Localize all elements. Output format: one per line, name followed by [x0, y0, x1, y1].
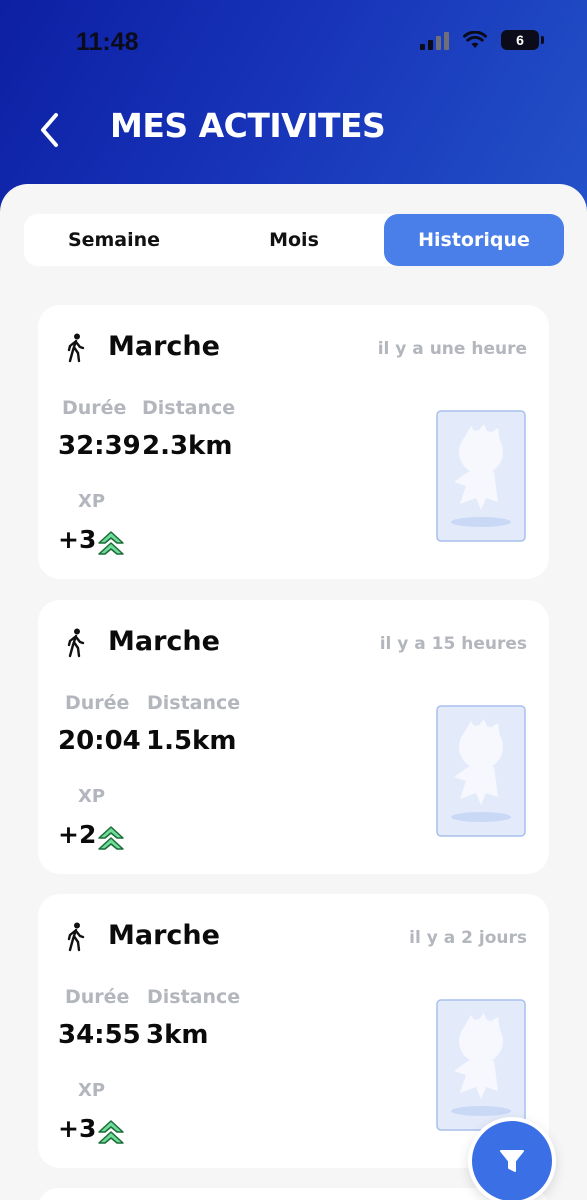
- status-icons: 6: [420, 30, 544, 50]
- character-thumbnail-image: [436, 999, 526, 1131]
- distance-value: 3km: [146, 1020, 209, 1050]
- battery-icon: 6: [501, 30, 544, 50]
- chevron-left-icon: [41, 113, 58, 147]
- activity-card[interactable]: [38, 1188, 549, 1200]
- activity-card[interactable]: Marche il y a 2 jours Durée Distance 34:…: [38, 894, 549, 1168]
- filter-icon: [500, 1150, 524, 1172]
- status-time: 11:48: [76, 28, 139, 56]
- duration-label: Durée: [65, 692, 130, 714]
- cellular-signal-icon: [420, 30, 449, 50]
- duration-label: Durée: [62, 397, 127, 419]
- double-chevron-up-icon: [98, 1120, 124, 1144]
- activity-card[interactable]: Marche il y a 15 heures Durée Distance 2…: [38, 600, 549, 874]
- activity-type: Marche: [108, 626, 220, 657]
- activity-time-ago: il y a 15 heures: [379, 634, 527, 654]
- xp-label: XP: [78, 1080, 106, 1101]
- tab-semaine[interactable]: Semaine: [24, 214, 204, 266]
- activity-time-ago: il y a une heure: [377, 339, 527, 359]
- walking-icon: [67, 628, 85, 658]
- distance-value: 2.3km: [142, 431, 233, 461]
- tab-mois[interactable]: Mois: [204, 214, 384, 266]
- walking-icon: [67, 333, 85, 363]
- xp-label: XP: [78, 491, 106, 512]
- page-title: MES ACTIVITES: [110, 106, 386, 145]
- double-chevron-up-icon: [98, 531, 124, 555]
- back-button[interactable]: [30, 108, 70, 152]
- screen: 11:48 6 MES ACTIVITES Semaine Mois Histo…: [0, 0, 587, 1200]
- xp-label: XP: [78, 786, 106, 807]
- walking-icon: [67, 922, 85, 952]
- activity-type: Marche: [108, 920, 220, 951]
- filter-button[interactable]: [468, 1117, 556, 1200]
- duration-label: Durée: [65, 986, 130, 1008]
- character-thumbnail-image: [436, 705, 526, 837]
- tab-historique[interactable]: Historique: [384, 214, 564, 266]
- distance-label: Distance: [147, 986, 241, 1008]
- double-chevron-up-icon: [98, 826, 124, 850]
- character-thumbnail-image: [436, 410, 526, 542]
- wifi-icon: [463, 31, 487, 48]
- xp-value: +3: [58, 1114, 97, 1143]
- xp-value: +3: [58, 525, 97, 554]
- activity-card[interactable]: Marche il y a une heure Durée Distance 3…: [38, 305, 549, 579]
- xp-value: +2: [58, 820, 97, 849]
- duration-value: 34:55: [58, 1020, 141, 1050]
- duration-value: 20:04: [58, 726, 141, 756]
- duration-value: 32:39: [58, 431, 141, 461]
- distance-label: Distance: [147, 692, 241, 714]
- activity-type: Marche: [108, 331, 220, 362]
- distance-value: 1.5km: [146, 726, 237, 756]
- activity-time-ago: il y a 2 jours: [409, 928, 527, 948]
- distance-label: Distance: [142, 397, 236, 419]
- period-tabs: Semaine Mois Historique: [24, 214, 564, 266]
